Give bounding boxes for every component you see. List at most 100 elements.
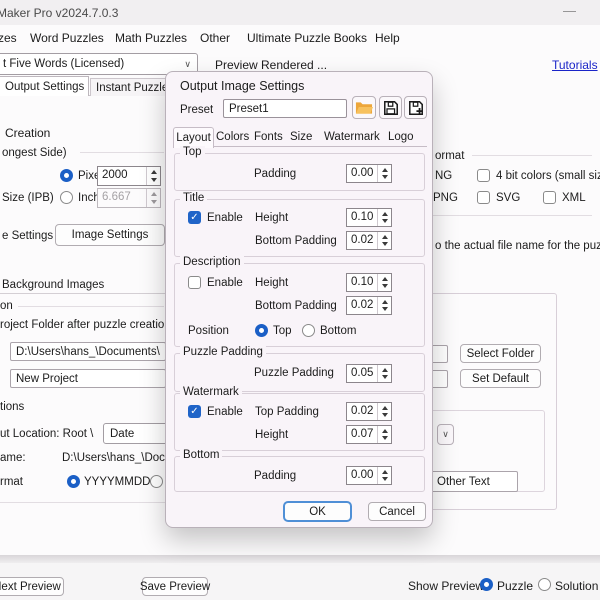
description-enable-checkbox[interactable] bbox=[188, 276, 201, 289]
tutorials-link[interactable]: Tutorials bbox=[552, 58, 598, 72]
four-bit-label: 4 bit colors (small size) bbox=[496, 170, 600, 182]
pixels-spinner[interactable]: 2000 bbox=[97, 166, 161, 186]
inches-radio[interactable] bbox=[60, 191, 73, 204]
watermark-height-spinner[interactable]: 0.07 bbox=[346, 425, 392, 444]
preview-puzzle-radio[interactable] bbox=[480, 578, 493, 591]
spinner-arrows[interactable] bbox=[377, 426, 391, 443]
tab-instant-puzzle-books[interactable]: Instant Puzzle Boo bbox=[90, 78, 168, 96]
other-format-radio[interactable] bbox=[150, 475, 163, 488]
background-images-tab[interactable]: Background Images bbox=[2, 279, 104, 291]
spin-up-icon[interactable] bbox=[151, 192, 157, 196]
next-preview-button[interactable]: Next Preview bbox=[0, 577, 64, 596]
tab-output-settings[interactable]: Output Settings bbox=[0, 76, 89, 96]
group-border bbox=[433, 215, 592, 216]
spin-down-icon[interactable] bbox=[151, 200, 157, 204]
spin-down-icon[interactable] bbox=[382, 175, 388, 179]
dialog-tab-layout[interactable]: Layout bbox=[173, 127, 214, 148]
dialog-tab-size[interactable]: Size bbox=[290, 131, 312, 143]
spin-up-icon[interactable] bbox=[382, 168, 388, 172]
spin-down-icon[interactable] bbox=[382, 477, 388, 481]
description-height-spinner[interactable]: 0.10 bbox=[346, 273, 392, 292]
yyyymmdd-radio[interactable] bbox=[67, 475, 80, 488]
date-format-label: rmat bbox=[0, 476, 23, 488]
spin-down-icon[interactable] bbox=[382, 375, 388, 379]
dialog-tab-fonts[interactable]: Fonts bbox=[254, 131, 283, 143]
open-preset-button[interactable] bbox=[352, 96, 376, 119]
menu-item-puzzles[interactable]: zes bbox=[0, 31, 17, 45]
menu-item-word-puzzles[interactable]: Word Puzzles bbox=[30, 31, 104, 45]
spinner-arrows[interactable] bbox=[377, 232, 391, 249]
spin-up-icon[interactable] bbox=[382, 277, 388, 281]
watermark-combobox-chevron[interactable]: ∨ bbox=[437, 424, 454, 445]
save-preview-button[interactable]: Save Preview bbox=[142, 577, 208, 596]
spin-down-icon[interactable] bbox=[382, 219, 388, 223]
spinner-arrows[interactable] bbox=[377, 165, 391, 182]
save-preset-as-button[interactable] bbox=[404, 96, 427, 119]
dialog-tab-watermark[interactable]: Watermark bbox=[324, 131, 380, 143]
menu-item-ultimate-puzzle-books[interactable]: Ultimate Puzzle Books bbox=[247, 31, 367, 45]
puzzle-padding-spinner[interactable]: 0.05 bbox=[346, 364, 392, 383]
position-top-radio[interactable] bbox=[255, 324, 268, 337]
spin-up-icon[interactable] bbox=[382, 368, 388, 372]
xml-checkbox[interactable] bbox=[543, 191, 556, 204]
project-path-field[interactable]: D:\Users\hans_\Documents\ bbox=[10, 342, 166, 361]
preview-solution-radio[interactable] bbox=[538, 578, 551, 591]
menu-item-other[interactable]: Other bbox=[200, 31, 230, 45]
spin-up-icon[interactable] bbox=[382, 235, 388, 239]
spin-down-icon[interactable] bbox=[382, 413, 388, 417]
description-bottom-padding-spinner[interactable]: 0.02 bbox=[346, 296, 392, 315]
minimize-icon[interactable]: — bbox=[563, 3, 576, 18]
image-settings-button-label: Image Settings bbox=[72, 229, 149, 241]
select-folder-button[interactable]: Select Folder bbox=[460, 344, 541, 363]
set-default-button[interactable]: Set Default bbox=[460, 369, 541, 388]
spin-up-icon[interactable] bbox=[382, 300, 388, 304]
spin-up-icon[interactable] bbox=[382, 406, 388, 410]
top-padding-spinner[interactable]: 0.00 bbox=[346, 164, 392, 183]
title-bottom-padding-spinner[interactable]: 0.02 bbox=[346, 231, 392, 250]
four-bit-checkbox[interactable] bbox=[477, 169, 490, 182]
preset-input[interactable]: Preset1 bbox=[223, 99, 347, 118]
cancel-button[interactable]: Cancel bbox=[368, 502, 426, 521]
bottom-padding-spinner[interactable]: 0.00 bbox=[346, 466, 392, 485]
spinner-arrows[interactable] bbox=[377, 467, 391, 484]
spinner-arrows[interactable] bbox=[377, 365, 391, 382]
save-plus-icon bbox=[408, 100, 424, 116]
spin-up-icon[interactable] bbox=[382, 470, 388, 474]
date-combobox[interactable]: Date bbox=[103, 423, 173, 444]
menu-item-help[interactable]: Help bbox=[375, 31, 400, 45]
title-enable-checkbox[interactable]: ✓ bbox=[188, 211, 201, 224]
dialog-tab-logo[interactable]: Logo bbox=[388, 131, 414, 143]
spin-up-icon[interactable] bbox=[151, 170, 157, 174]
spin-down-icon[interactable] bbox=[151, 178, 157, 182]
position-bottom-radio[interactable] bbox=[302, 324, 315, 337]
spinner-arrows[interactable] bbox=[146, 189, 160, 207]
spin-down-icon[interactable] bbox=[382, 284, 388, 288]
pixels-radio[interactable] bbox=[60, 169, 73, 182]
spinner-arrows[interactable] bbox=[377, 403, 391, 420]
title-height-spinner[interactable]: 0.10 bbox=[346, 208, 392, 227]
spinner-arrows[interactable] bbox=[377, 274, 391, 291]
svg-checkbox[interactable] bbox=[477, 191, 490, 204]
top-padding-value: 0.00 bbox=[347, 165, 377, 182]
save-preset-button[interactable] bbox=[379, 96, 402, 119]
other-text-field[interactable]: Other Text bbox=[431, 471, 518, 492]
watermark-group-label: Watermark bbox=[180, 386, 242, 398]
inches-spinner[interactable]: 6.667 bbox=[97, 188, 161, 208]
dialog-tab-colors[interactable]: Colors bbox=[216, 131, 249, 143]
spin-down-icon[interactable] bbox=[382, 242, 388, 246]
spin-up-icon[interactable] bbox=[382, 429, 388, 433]
spin-down-icon[interactable] bbox=[382, 436, 388, 440]
options-group-label: tions bbox=[0, 401, 24, 413]
spin-down-icon[interactable] bbox=[382, 307, 388, 311]
spinner-arrows[interactable] bbox=[377, 297, 391, 314]
spin-up-icon[interactable] bbox=[382, 212, 388, 216]
watermark-top-padding-spinner[interactable]: 0.02 bbox=[346, 402, 392, 421]
project-name-field[interactable]: New Project bbox=[10, 369, 166, 388]
spinner-arrows[interactable] bbox=[377, 209, 391, 226]
spinner-arrows[interactable] bbox=[146, 167, 160, 185]
ok-button[interactable]: OK bbox=[284, 502, 351, 521]
size-ipb-label: Size (IPB) bbox=[2, 192, 54, 204]
watermark-enable-checkbox[interactable]: ✓ bbox=[188, 405, 201, 418]
image-settings-button[interactable]: Image Settings bbox=[55, 224, 165, 246]
menu-item-math-puzzles[interactable]: Math Puzzles bbox=[115, 31, 187, 45]
